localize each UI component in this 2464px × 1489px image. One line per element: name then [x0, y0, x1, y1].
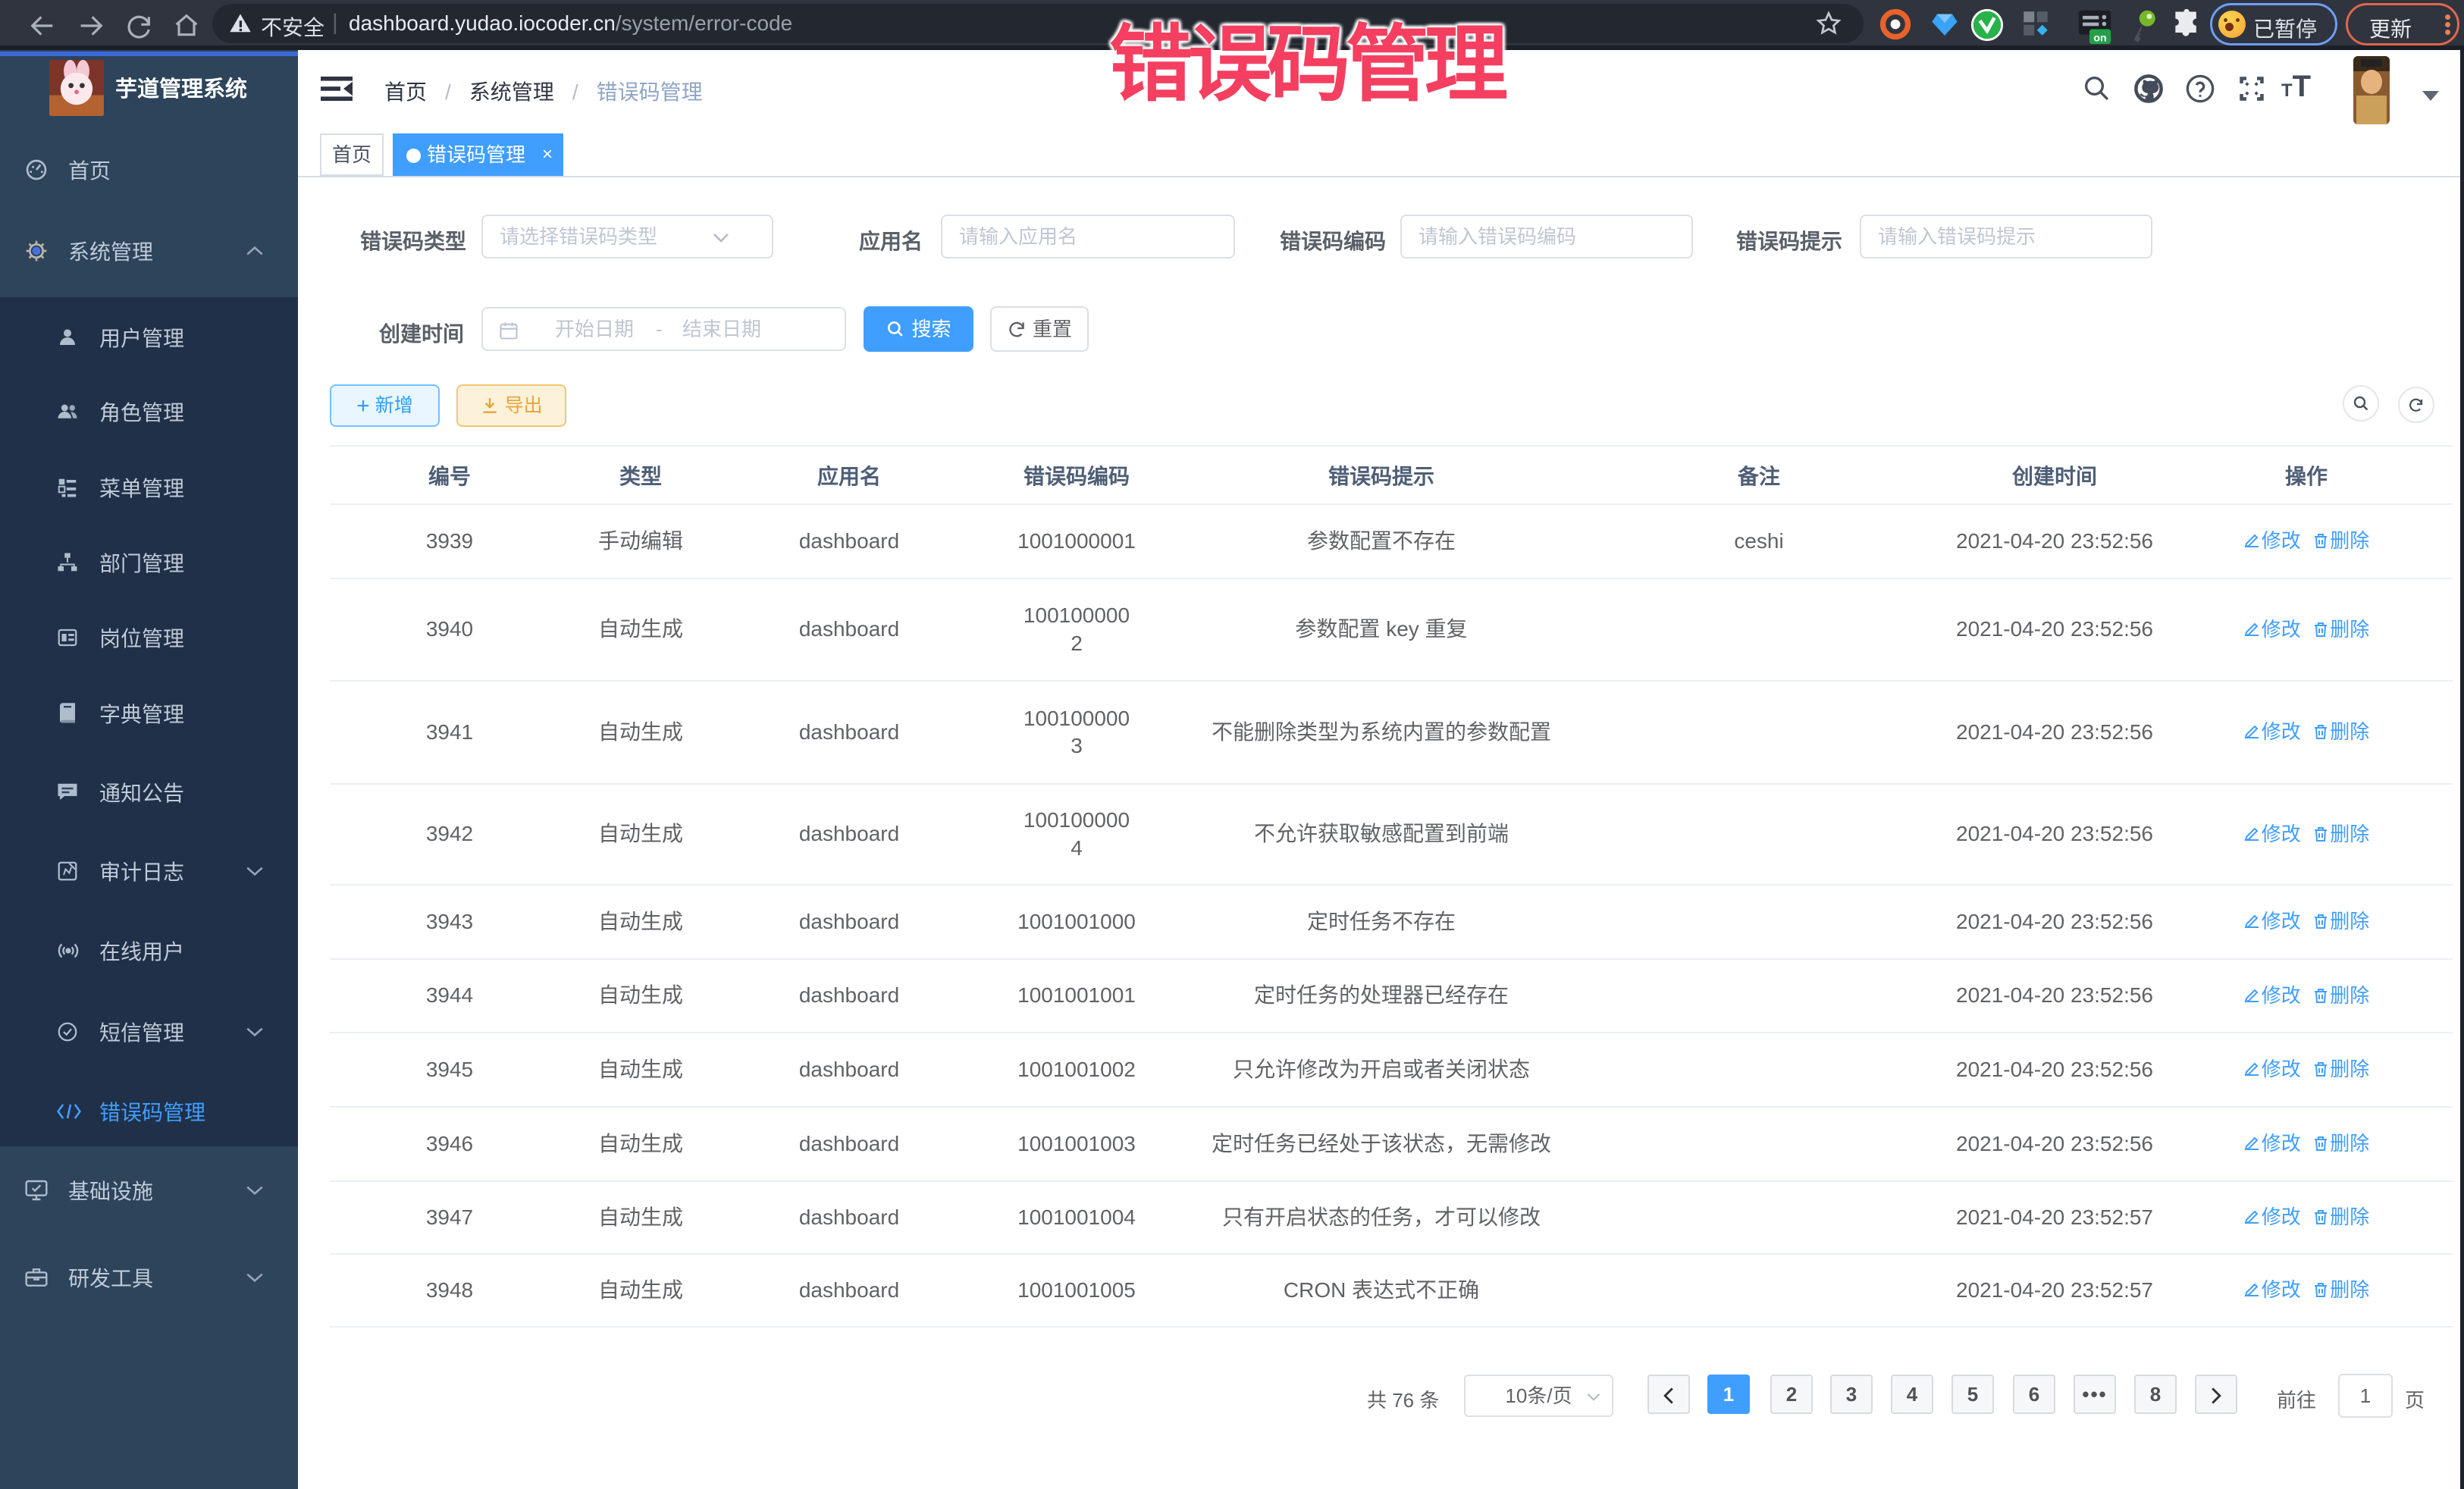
svg-text:on: on [2093, 31, 2106, 43]
